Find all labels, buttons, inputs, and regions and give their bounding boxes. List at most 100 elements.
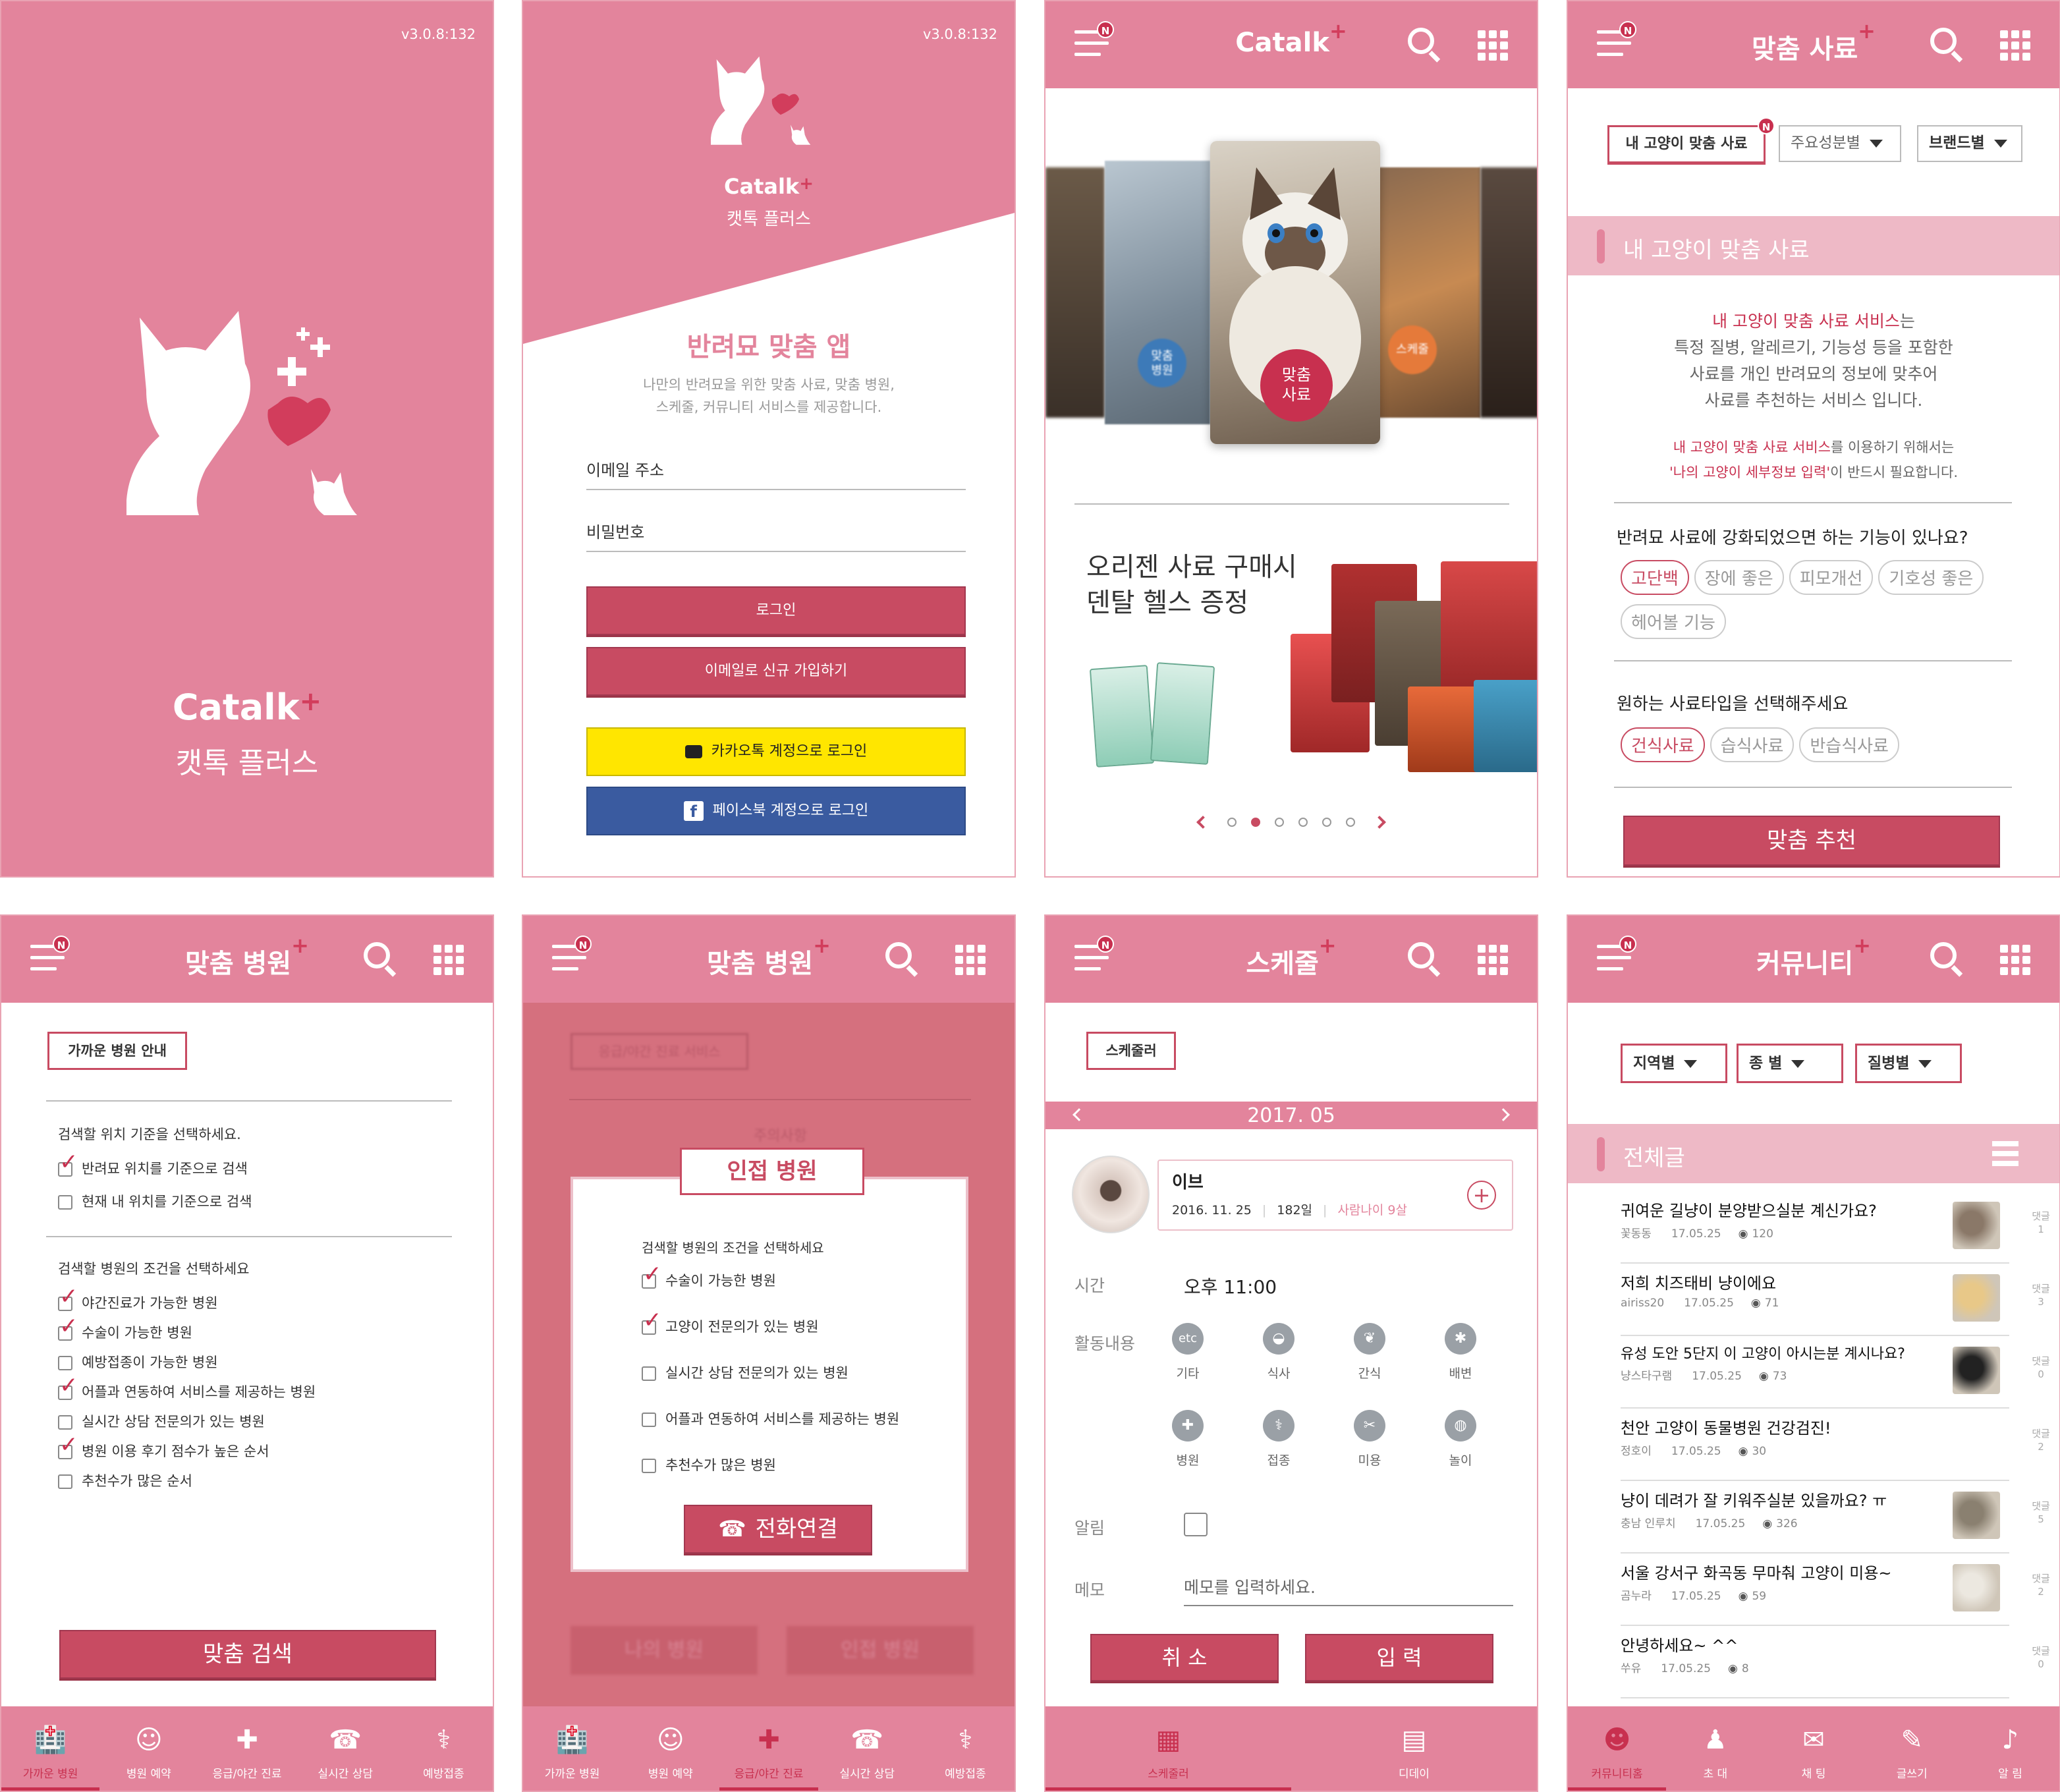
next-arrow-icon[interactable] [1373,816,1386,829]
activity-brush[interactable]: ✂ 미용 [1350,1410,1389,1469]
pager-dot[interactable] [1298,818,1308,827]
filter-breed[interactable]: 종 별 [1737,1044,1843,1083]
nav-nearby-hospital[interactable]: 🏥 가까운 병원 [1,1706,100,1791]
option-pill[interactable]: 습식사료 [1710,727,1795,762]
pager-dot[interactable] [1322,818,1331,827]
list-view-icon[interactable] [1992,1141,2018,1166]
prev-arrow-icon[interactable] [1196,816,1210,829]
condition-options[interactable]: 야간진료가 가능한 병원수술이 가능한 병원예방접종이 가능한 병원어플과 연동… [58,1289,316,1503]
checkbox-option[interactable]: 현재 내 위치를 기준으로 검색 [58,1194,252,1210]
checkbox-option[interactable]: 어플과 연동하여 서비스를 제공하는 병원 [642,1411,899,1427]
nav-consult[interactable]: ☎ 실시간 상담 [818,1706,916,1791]
search-button[interactable]: 맞춤 검색 [59,1630,436,1679]
checkbox-option[interactable]: 추천수가 많은 순서 [58,1473,316,1489]
checkbox[interactable] [58,1289,78,1311]
call-button[interactable]: ☎ 전화연결 [684,1505,872,1554]
post-item[interactable]: 유성 도안 5단지 이 고양이 아시는분 계시나요? 냥스타구램 17.05.25 ◉… [1621,1337,2050,1409]
filter-disease[interactable]: 질병별 [1855,1044,1962,1083]
grid-menu-icon[interactable] [955,945,986,975]
checkbox[interactable] [58,1415,72,1430]
nav-vaccination[interactable]: ⚕ 예방접종 [395,1706,493,1791]
nearby-guide-button[interactable]: 가까운 병원 안내 [47,1032,187,1070]
time-value[interactable]: 오후 11:00 [1184,1273,1277,1299]
option-pill[interactable]: 기호성 좋은 [1878,560,1984,595]
checkbox[interactable] [642,1366,656,1381]
checkbox-option[interactable]: 수술이 가능한 병원 [58,1318,316,1341]
nav-vaccination[interactable]: ⚕ 예방접종 [916,1706,1015,1791]
checkbox[interactable] [642,1413,656,1427]
pager-dot[interactable] [1227,818,1237,827]
pager-dot[interactable] [1275,818,1284,827]
checkbox-option[interactable]: 추천수가 많은 병원 [642,1457,899,1473]
nav-community-home[interactable]: ☻ 커뮤니티홈 [1568,1706,1667,1791]
post-item[interactable]: 저희 치즈태비 냥이에요 airiss20 17.05.25 ◉ 71 댓글 3 [1621,1265,2050,1336]
activity-litter[interactable]: ✱ 배변 [1441,1323,1480,1382]
grid-menu-icon[interactable] [1478,30,1508,61]
option-pill[interactable]: 건식사료 [1621,727,1705,762]
search-icon[interactable] [1408,28,1442,63]
checkbox[interactable] [58,1356,72,1370]
activity-yarn[interactable]: ◍ 놀이 [1441,1410,1480,1469]
checkbox[interactable] [642,1312,662,1335]
checkbox-option[interactable]: 고양이 전문의가 있는 병원 [642,1312,899,1335]
tab-brand[interactable]: 브랜드별 [1917,125,2022,162]
post-item[interactable]: 안녕하세요~ ^^ 쑤유 17.05.25 ◉ 8 댓글 0 [1621,1627,2050,1698]
nav-reservation[interactable]: ☺ 병원 예약 [99,1706,198,1791]
post-item[interactable]: 천안 고양이 동물병원 건강검진! 정호이 17.05.25 ◉ 30 댓글 2 [1621,1410,2050,1481]
grid-menu-icon[interactable] [2000,945,2030,975]
checkbox[interactable] [58,1318,78,1341]
checkbox-option[interactable]: 수술이 가능한 병원 [642,1266,899,1289]
post-item[interactable]: 냥이 데려가 잘 키워주실분 있을까요? ㅠ 충남 인루치 17.05.25 ◉ 326… [1621,1482,2050,1554]
signup-button[interactable]: 이메일로 신규 가입하기 [586,647,966,696]
activity-clinic[interactable]: ✚ 병원 [1168,1410,1208,1469]
activity-etc[interactable]: etc 기타 [1168,1323,1208,1382]
search-icon[interactable] [1930,942,1964,978]
grid-menu-icon[interactable] [433,945,464,975]
promo-products-image[interactable] [1085,548,1537,779]
checkbox-option[interactable]: 실시간 상담 전문의가 있는 병원 [58,1414,316,1430]
carousel-card-food[interactable]: 맞춤 사료 [1210,141,1380,444]
password-field[interactable]: 비밀번호 [586,519,966,552]
checkbox[interactable] [58,1154,78,1177]
search-icon[interactable] [1930,28,1964,63]
search-icon[interactable] [885,942,920,978]
nav-notification[interactable]: ♪ 알 림 [1961,1706,2059,1791]
scheduler-tab[interactable]: 스케줄러 [1086,1032,1176,1070]
checkbox[interactable] [642,1459,656,1473]
option-pill[interactable]: 고단백 [1621,560,1689,595]
option-pill[interactable]: 헤어볼 기능 [1621,604,1726,639]
memo-input[interactable]: 메모를 입력하세요. [1184,1575,1513,1606]
grid-menu-icon[interactable] [2000,30,2030,61]
activity-syringe[interactable]: ⚕ 접종 [1259,1410,1298,1469]
checkbox[interactable] [58,1474,72,1489]
pager-dot[interactable] [1251,818,1260,827]
checkbox[interactable] [58,1195,72,1210]
checkbox[interactable] [58,1437,78,1459]
tab-my-cat-food[interactable]: 내 고양이 맞춤 사료 [1607,125,1766,165]
location-options[interactable]: 반려묘 위치를 기준으로 검색현재 내 위치를 기준으로 검색 [58,1154,252,1227]
option-pill[interactable]: 장에 좋은 [1694,560,1784,595]
option-pill[interactable]: 피모개선 [1789,560,1874,595]
checkbox[interactable] [58,1378,78,1400]
nav-consult[interactable]: ☎ 실시간 상담 [296,1706,395,1791]
nav-dday[interactable]: ▤ 디데이 [1291,1706,1537,1791]
food-type-options[interactable]: 건식사료 습식사료 반습식사료 [1621,727,2016,771]
checkbox-option[interactable]: 야간진료가 가능한 병원 [58,1289,316,1311]
activity-treat[interactable]: ❦ 간식 [1350,1323,1389,1382]
search-icon[interactable] [1408,942,1442,978]
modal-options[interactable]: 수술이 가능한 병원고양이 전문의가 있는 병원실시간 상담 전문의가 있는 병… [642,1266,899,1503]
nav-scheduler[interactable]: ▦ 스케줄러 [1045,1706,1291,1791]
checkbox-option[interactable]: 실시간 상담 전문의가 있는 병원 [642,1365,899,1381]
recommend-button[interactable]: 맞춤 추천 [1623,816,2000,866]
search-icon[interactable] [364,942,398,978]
add-icon[interactable]: + [1467,1181,1496,1210]
nav-nearby-hospital[interactable]: 🏥 가까운 병원 [523,1706,621,1791]
function-options[interactable]: 고단백 장에 좋은 피모개선 기호성 좋은헤어볼 기능 [1621,560,2016,648]
checkbox-option[interactable]: 예방접종이 가능한 병원 [58,1355,316,1370]
submit-button[interactable]: 입 력 [1305,1634,1493,1681]
checkbox-option[interactable]: 병원 이용 후기 점수가 높은 순서 [58,1437,316,1459]
post-item[interactable]: 서울 강서구 화곡동 무마춰 고양이 미용~ 곰누라 17.05.25 ◉ 59 댓글 2 [1621,1555,2050,1626]
nav-emergency[interactable]: ✚ 응급/야간 진료 [719,1706,818,1791]
checkbox-option[interactable]: 반려묘 위치를 기준으로 검색 [58,1154,252,1177]
pager-dot[interactable] [1346,818,1355,827]
